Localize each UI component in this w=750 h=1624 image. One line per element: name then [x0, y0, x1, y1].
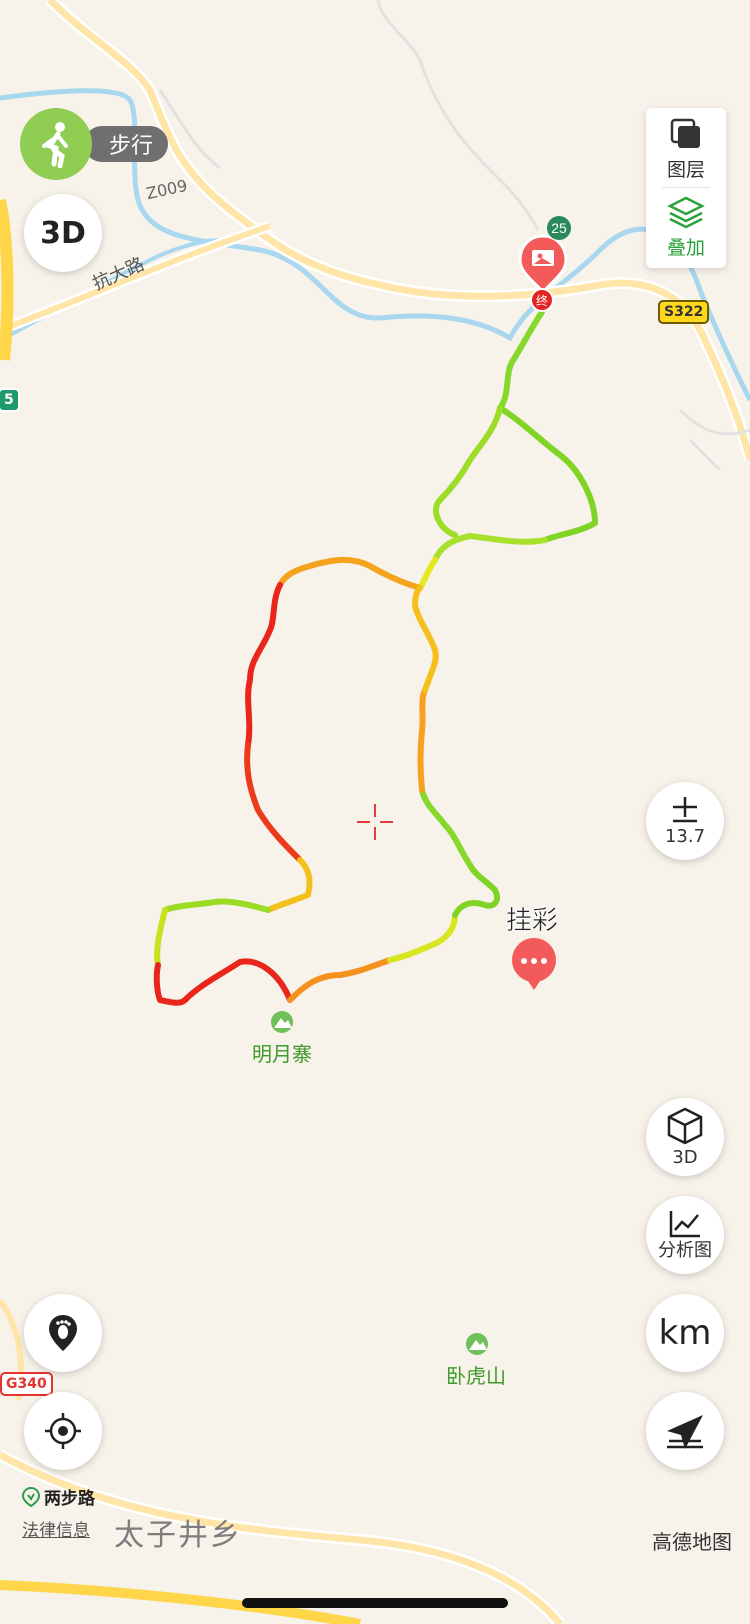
walk-icon — [42, 122, 68, 168]
place-label-wohushan[interactable]: 卧虎山 — [446, 1360, 506, 1389]
route-segment — [244, 742, 303, 863]
road-shield-s322: S322 — [658, 300, 710, 324]
zoom-level: 13.7 — [664, 826, 706, 847]
minor-road — [688, 438, 722, 472]
layers-icon — [670, 118, 700, 148]
three-d-view-button[interactable]: 3D — [646, 1098, 724, 1176]
mode-label: 步行 — [108, 134, 153, 159]
footprint-icon — [49, 1315, 77, 1351]
legal-info-link[interactable]: 法律信息 — [22, 1516, 90, 1541]
route-segment — [432, 533, 548, 563]
overlay-button[interactable]: 叠加 — [646, 188, 726, 266]
road-shield-g340: G340 — [0, 1372, 53, 1396]
three-d-toggle-button[interactable]: 3D — [24, 194, 102, 272]
route-segment — [153, 962, 188, 1006]
walk-mode-button[interactable] — [20, 108, 92, 180]
peak-icon — [466, 1333, 488, 1355]
analysis-label: 分析图 — [658, 1240, 712, 1261]
place-label-taizijing: 太子井乡 — [114, 1518, 242, 1553]
route-segment — [497, 309, 545, 411]
home-indicator[interactable] — [242, 1598, 508, 1608]
end-label-text: 终 — [536, 293, 548, 308]
route-segment — [412, 585, 439, 693]
share-icon — [667, 1415, 703, 1449]
map-canvas[interactable]: 25 终 — [0, 0, 750, 1624]
layers-label: 图层 — [666, 158, 705, 181]
chat-icon — [521, 958, 527, 964]
analysis-chart-button[interactable]: 分析图 — [646, 1196, 724, 1274]
route-segment — [419, 787, 473, 868]
poi-label[interactable]: 挂彩 — [506, 900, 559, 937]
route-segment — [265, 857, 313, 913]
route-segment — [162, 898, 271, 913]
zoom-button[interactable]: 13.7 — [646, 782, 724, 860]
three-d-label: 3D — [672, 1147, 698, 1168]
route-segment — [417, 687, 428, 793]
share-button[interactable] — [646, 1392, 724, 1470]
overlay-icon — [667, 196, 705, 228]
3d-text-icon: 3D — [40, 215, 86, 251]
route-segment — [452, 862, 500, 918]
amap-logo: 高德地图 — [652, 1530, 732, 1554]
road-shield-left: 5 — [0, 388, 20, 412]
crosshair-icon — [357, 804, 393, 840]
minor-road — [376, 0, 540, 231]
route-segment — [287, 957, 393, 1003]
route-segment — [245, 582, 283, 748]
unit-label: km — [658, 1313, 712, 1353]
chart-icon — [669, 1211, 700, 1238]
partner-logo: 两步路 — [22, 1484, 95, 1509]
route-segment — [277, 557, 423, 591]
locate-icon — [45, 1413, 81, 1449]
partner-icon — [22, 1486, 40, 1507]
locate-button[interactable] — [24, 1392, 102, 1470]
poi-marker — [512, 938, 556, 990]
highway — [0, 198, 14, 361]
route-segment — [497, 405, 598, 543]
partner-name: 两步路 — [44, 1489, 95, 1509]
layers-button[interactable]: 图层 — [646, 110, 726, 188]
overlay-label: 叠加 — [666, 236, 705, 259]
route-segment — [433, 405, 503, 538]
zoom-icon — [673, 797, 697, 823]
peak-icon — [271, 1011, 293, 1033]
cube-icon — [667, 1107, 703, 1145]
route-segment — [182, 958, 293, 1003]
end-badge-text: 25 — [551, 220, 567, 236]
footprint-button[interactable] — [24, 1294, 102, 1372]
mode-pill[interactable]: 步行 — [84, 126, 168, 162]
place-label-mingyuezhai[interactable]: 明月寨 — [252, 1038, 312, 1067]
route-segment — [417, 557, 438, 591]
route-segment — [387, 912, 458, 963]
unit-toggle-button[interactable]: km — [646, 1294, 724, 1372]
layer-panel: 图层 叠加 — [646, 108, 726, 268]
route-segment — [154, 907, 168, 968]
